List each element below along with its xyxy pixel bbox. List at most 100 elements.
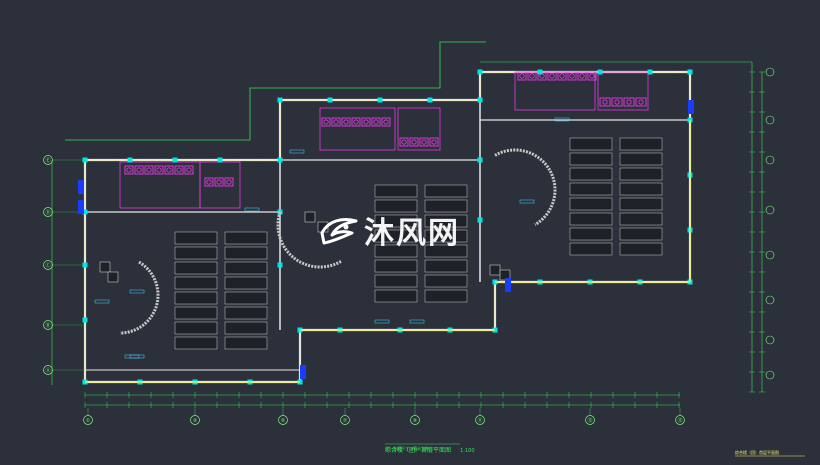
axis-bubble-right (765, 370, 775, 380)
axis-label-bottom: ③ (193, 418, 197, 424)
fixture-basin (146, 167, 152, 173)
fixture (341, 117, 351, 127)
bed (619, 197, 663, 211)
axis-bubble-right (765, 115, 775, 125)
fixture (371, 117, 381, 127)
bed (424, 184, 468, 198)
bed (174, 246, 218, 260)
fixture (124, 165, 134, 175)
bed (374, 259, 418, 273)
fixture (635, 97, 647, 107)
axis-bubble-right (765, 205, 775, 215)
axis-bubble-right (765, 295, 775, 305)
bed (569, 242, 613, 256)
bed (569, 167, 613, 181)
column (477, 69, 483, 75)
bed (569, 182, 613, 196)
annotation-tag (129, 354, 145, 359)
fixture (567, 71, 577, 81)
axis-label-bottom: ⑪ (477, 417, 482, 424)
mufeng-logo-icon (318, 213, 360, 247)
entrance-marker (688, 100, 694, 114)
axis-label-left: Ⓓ (45, 209, 50, 216)
entrance-marker (300, 365, 306, 379)
column (172, 157, 178, 163)
fixture (214, 177, 224, 187)
axis-bubble-right (765, 335, 775, 345)
fixture (527, 71, 537, 81)
fixture-basin (549, 73, 555, 79)
bed (174, 231, 218, 245)
play-area-arc (119, 260, 160, 335)
restroom-block (397, 107, 441, 151)
watermark: 沐风网 (318, 210, 460, 251)
fixture (351, 117, 361, 127)
fixture-basin (363, 119, 369, 125)
restroom-block (199, 161, 241, 209)
fixture-basin (206, 179, 212, 185)
column (127, 157, 133, 163)
annotation-tag (519, 199, 535, 204)
fixture-basin (383, 119, 389, 125)
fixture-basin (431, 139, 437, 145)
bed (424, 259, 468, 273)
annotation-tag (289, 149, 305, 154)
bed (174, 276, 218, 290)
fixture-basin (529, 73, 535, 79)
column (327, 97, 333, 103)
column (537, 69, 543, 75)
column (427, 97, 433, 103)
fixture (577, 71, 587, 81)
fixture-basin (589, 73, 595, 79)
fixture-basin (579, 73, 585, 79)
fixture (154, 165, 164, 175)
annotation-tag (409, 319, 425, 324)
cad-drawing-viewer: Ⓔ Ⓓ Ⓒ Ⓑ Ⓐ ① ③ ⑤ ⑦ ⑨ ⑪ ⑬ ⑮ 沐风网 综合楼（团）首层平面图 1:100 注：本图… (0, 0, 820, 465)
column (477, 97, 483, 103)
fixture-basin (638, 99, 644, 105)
bed (569, 137, 613, 151)
fixture (174, 165, 184, 175)
fixture-basin (411, 139, 417, 145)
bed (224, 261, 268, 275)
fixture (623, 97, 635, 107)
fixture (381, 117, 391, 127)
fixture (224, 177, 234, 187)
fixture-basin (353, 119, 359, 125)
bed (569, 152, 613, 166)
column (277, 157, 283, 163)
fixture (429, 137, 439, 147)
fixture-basin (626, 99, 632, 105)
axis-bubble-right (765, 67, 775, 77)
dimension-frame-top (65, 41, 486, 141)
bed (424, 274, 468, 288)
restroom-block (319, 107, 396, 151)
furniture-block (107, 271, 119, 283)
furniture-block (99, 261, 111, 273)
bed (374, 184, 418, 198)
annotation-tag (129, 289, 145, 294)
bed (174, 291, 218, 305)
axis-label-bottom: ⑮ (677, 417, 682, 424)
fixture-basin (401, 139, 407, 145)
bed (174, 321, 218, 335)
bed (619, 242, 663, 256)
fixture-basin (323, 119, 329, 125)
column (687, 69, 693, 75)
bed (569, 197, 613, 211)
entrance-marker (505, 278, 511, 292)
annotation-tag (244, 207, 260, 212)
fixture-basin (176, 167, 182, 173)
bed (224, 246, 268, 260)
bed (619, 227, 663, 241)
fixture (547, 71, 557, 81)
entrance-marker (78, 200, 84, 214)
axis-label-bottom: ⑤ (281, 418, 285, 424)
furniture-block (489, 264, 501, 276)
fixture (409, 137, 419, 147)
axis-label-bottom: ① (86, 418, 91, 424)
bed (619, 167, 663, 181)
bed (619, 152, 663, 166)
bed (619, 137, 663, 151)
fixture-basin (126, 167, 132, 173)
